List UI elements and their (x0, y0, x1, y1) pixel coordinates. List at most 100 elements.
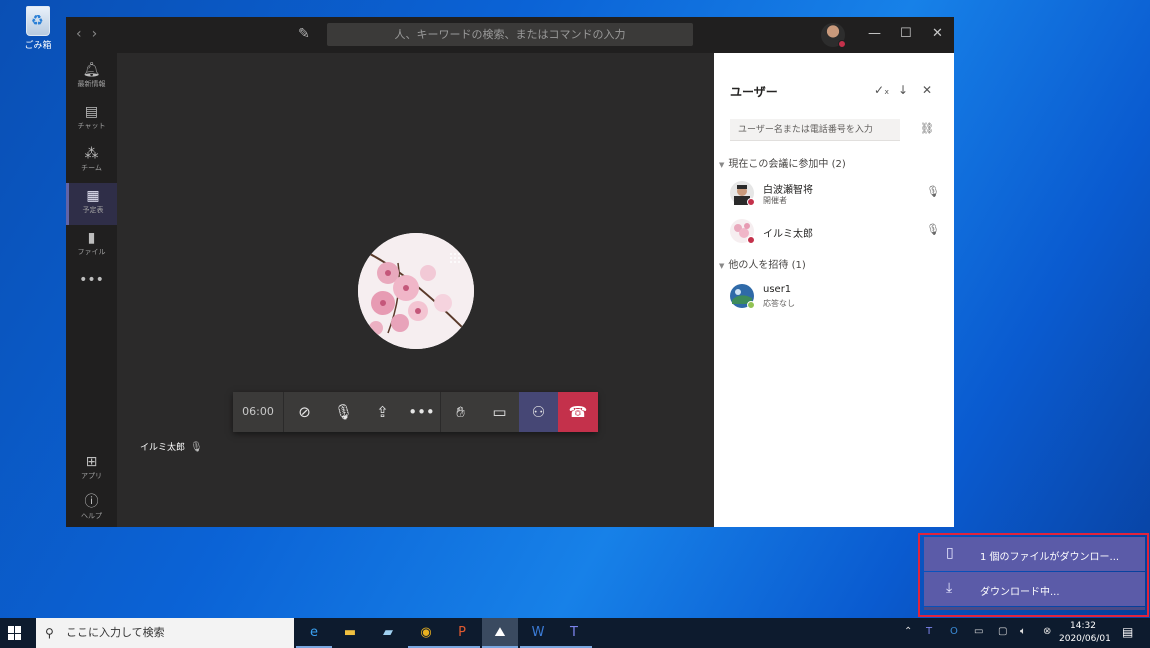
mic-off-icon: 🎙︎ (190, 442, 203, 453)
mic-off-icon: 🎙︎ (333, 403, 354, 421)
participants-button[interactable]: ⚇ (519, 392, 558, 432)
volume-icon[interactable]: 🔈︎ (1020, 626, 1026, 637)
word-app-icon[interactable]: W (520, 618, 556, 648)
participant-row[interactable]: 白波瀬智将 開催者 🎙︎ (730, 179, 940, 207)
powerpoint-app-icon[interactable]: P (444, 618, 480, 648)
clock-time: 14:32 (1070, 621, 1096, 631)
profile-avatar[interactable] (821, 23, 846, 48)
recycle-bin-icon (26, 6, 50, 36)
explorer-app-icon[interactable]: ▬ (332, 618, 368, 648)
recycle-bin-label: ごみ箱 (24, 41, 52, 51)
call-timer: 06:00 (233, 392, 284, 432)
section-label: 現在この会議に参加中 (2) (728, 159, 846, 170)
rail-item-apps[interactable]: ⊞ アプリ (66, 449, 117, 491)
close-icon[interactable]: ✕ (932, 26, 943, 41)
compose-icon[interactable]: ✎ (298, 26, 310, 42)
download-icon: ⤓ (946, 580, 953, 596)
download-icon[interactable]: ↓ (898, 83, 908, 97)
teams-window: ‹› ✎ 人、キーワードの検索、またはコマンドの入力 — ☐ ✕ 🔔︎ 最新情報… (66, 17, 954, 527)
participant-role: 応答なし (763, 299, 795, 308)
chat-icon: ▭ (492, 403, 507, 421)
more-icon: ••• (79, 272, 104, 288)
download-complete-item[interactable]: ▯ 1 個のファイルがダウンロー... (924, 537, 1145, 571)
taskbar: ⚲ ここに入力して検索 e ▬ ▰ ◉ P ⛰ W T ⌃ T O ▭ ▢ 🔈︎… (0, 618, 1150, 648)
notification-text: 1 個のファイルがダウンロー... (980, 552, 1120, 563)
participant-name: 白波瀬智将 (763, 185, 813, 196)
mute-button[interactable]: 🎙︎ (324, 392, 363, 432)
status-dot (838, 40, 846, 48)
rail-item-more[interactable]: ••• (66, 267, 117, 309)
apps-icon: ⊞ (85, 454, 98, 470)
mic-off-icon[interactable]: 🎙︎ (926, 185, 940, 198)
rail-label: チーム (81, 164, 102, 172)
more-icon: ••• (408, 403, 435, 421)
mute-all-icon[interactable]: ✓ₓ (874, 83, 889, 97)
share-link-icon[interactable]: ⛓︎ (920, 122, 934, 135)
chrome-app-icon[interactable]: ◉ (408, 618, 444, 648)
outlook-tray-icon[interactable]: O (950, 626, 958, 637)
section-invited[interactable]: ▼ 他の人を招待 (1) (719, 256, 806, 271)
invite-input[interactable] (730, 119, 900, 141)
panel-title: ユーザー (730, 85, 778, 99)
camera-off-button[interactable]: ⊘ (285, 392, 324, 432)
rail-label: ファイル (77, 248, 106, 256)
rail-item-teams[interactable]: ⁂ チーム (66, 141, 117, 183)
avatar (730, 219, 755, 244)
camera-off-icon: ⊘ (298, 403, 311, 421)
maximize-icon[interactable]: ☐ (900, 26, 912, 41)
participant-name: イルミ太郎 (763, 229, 813, 240)
minimize-icon[interactable]: — (868, 26, 881, 41)
photos-app-icon[interactable]: ⛰ (482, 618, 518, 648)
teams-app-icon[interactable]: T (556, 618, 592, 648)
network-icon[interactable]: ▢ (998, 626, 1007, 637)
rail-label: アプリ (81, 472, 102, 480)
close-panel-icon[interactable]: ✕ (922, 83, 932, 97)
recycle-bin[interactable]: ごみ箱 (18, 6, 58, 51)
edge-app-icon[interactable]: e (296, 618, 332, 648)
clock-date: 2020/06/01 (1059, 634, 1111, 644)
search-placeholder: ここに入力して検索 (66, 626, 165, 639)
rail-item-help[interactable]: ⓘ ヘルプ (66, 489, 117, 531)
notepad-app-icon[interactable]: ▰ (370, 618, 406, 648)
participant-row[interactable]: イルミ太郎 🎙︎ (730, 217, 940, 245)
hand-icon: ✋︎ (456, 403, 465, 421)
rail-item-chat[interactable]: ▤ チャット (66, 99, 117, 141)
nav-arrows[interactable]: ‹› (76, 26, 107, 42)
share-button[interactable]: ⇪ (363, 392, 402, 432)
start-button[interactable] (8, 626, 22, 640)
avatar (730, 284, 755, 309)
participant-name: user1 (763, 284, 792, 295)
participant-row[interactable]: user1 応答なし (730, 282, 940, 310)
participant-avatar (358, 233, 474, 349)
action-center-icon[interactable]: ▤ (1122, 625, 1133, 639)
search-icon: ⚲ (45, 626, 54, 640)
command-search-box[interactable]: 人、キーワードの検索、またはコマンドの入力 (327, 23, 693, 46)
chat-button[interactable]: ▭ (480, 392, 519, 432)
rail-item-files[interactable]: ▮ ファイル (66, 225, 117, 267)
battery-icon[interactable]: ▭ (974, 626, 983, 637)
more-actions-button[interactable]: ••• (402, 392, 441, 432)
ime-icon[interactable]: ⊗ (1043, 626, 1051, 637)
rail-item-activity[interactable]: 🔔︎ 最新情報 (66, 57, 117, 99)
status-dot (747, 301, 755, 309)
download-progress-item[interactable]: ⤓ ダウンロード中... (924, 572, 1145, 606)
rail-item-calendar[interactable]: ▦ 予定表 (66, 183, 117, 225)
call-controls: 06:00 ⊘ 🎙︎ ⇪ ••• ✋︎ ▭ ⚇ ☎ (233, 392, 598, 432)
teams-tray-icon[interactable]: T (926, 626, 932, 637)
rail-label: 予定表 (82, 206, 104, 214)
rail-label: ヘルプ (81, 512, 102, 520)
teams-icon: ⁂ (84, 146, 99, 162)
participant-name: イルミ太郎 (140, 443, 186, 453)
chevron-down-icon: ▼ (719, 262, 725, 270)
chevron-up-icon[interactable]: ⌃ (904, 626, 912, 637)
section-in-meeting[interactable]: ▼ 現在この会議に参加中 (2) (719, 155, 846, 170)
help-icon: ⓘ (84, 494, 99, 510)
clock[interactable]: 14:32 2020/06/01 (1059, 620, 1111, 646)
mic-off-icon[interactable]: 🎙︎ (926, 223, 940, 236)
raise-hand-button[interactable]: ✋︎ (441, 392, 480, 432)
taskbar-search[interactable]: ⚲ ここに入力して検索 (36, 618, 294, 648)
chevron-down-icon: ▼ (719, 161, 725, 169)
phone-hangup-icon: ☎ (568, 403, 588, 421)
hang-up-button[interactable]: ☎ (558, 392, 598, 432)
app-rail: 🔔︎ 最新情報 ▤ チャット ⁂ チーム ▦ 予定表 ▮ ファイル ••• ⊞ … (66, 53, 117, 527)
